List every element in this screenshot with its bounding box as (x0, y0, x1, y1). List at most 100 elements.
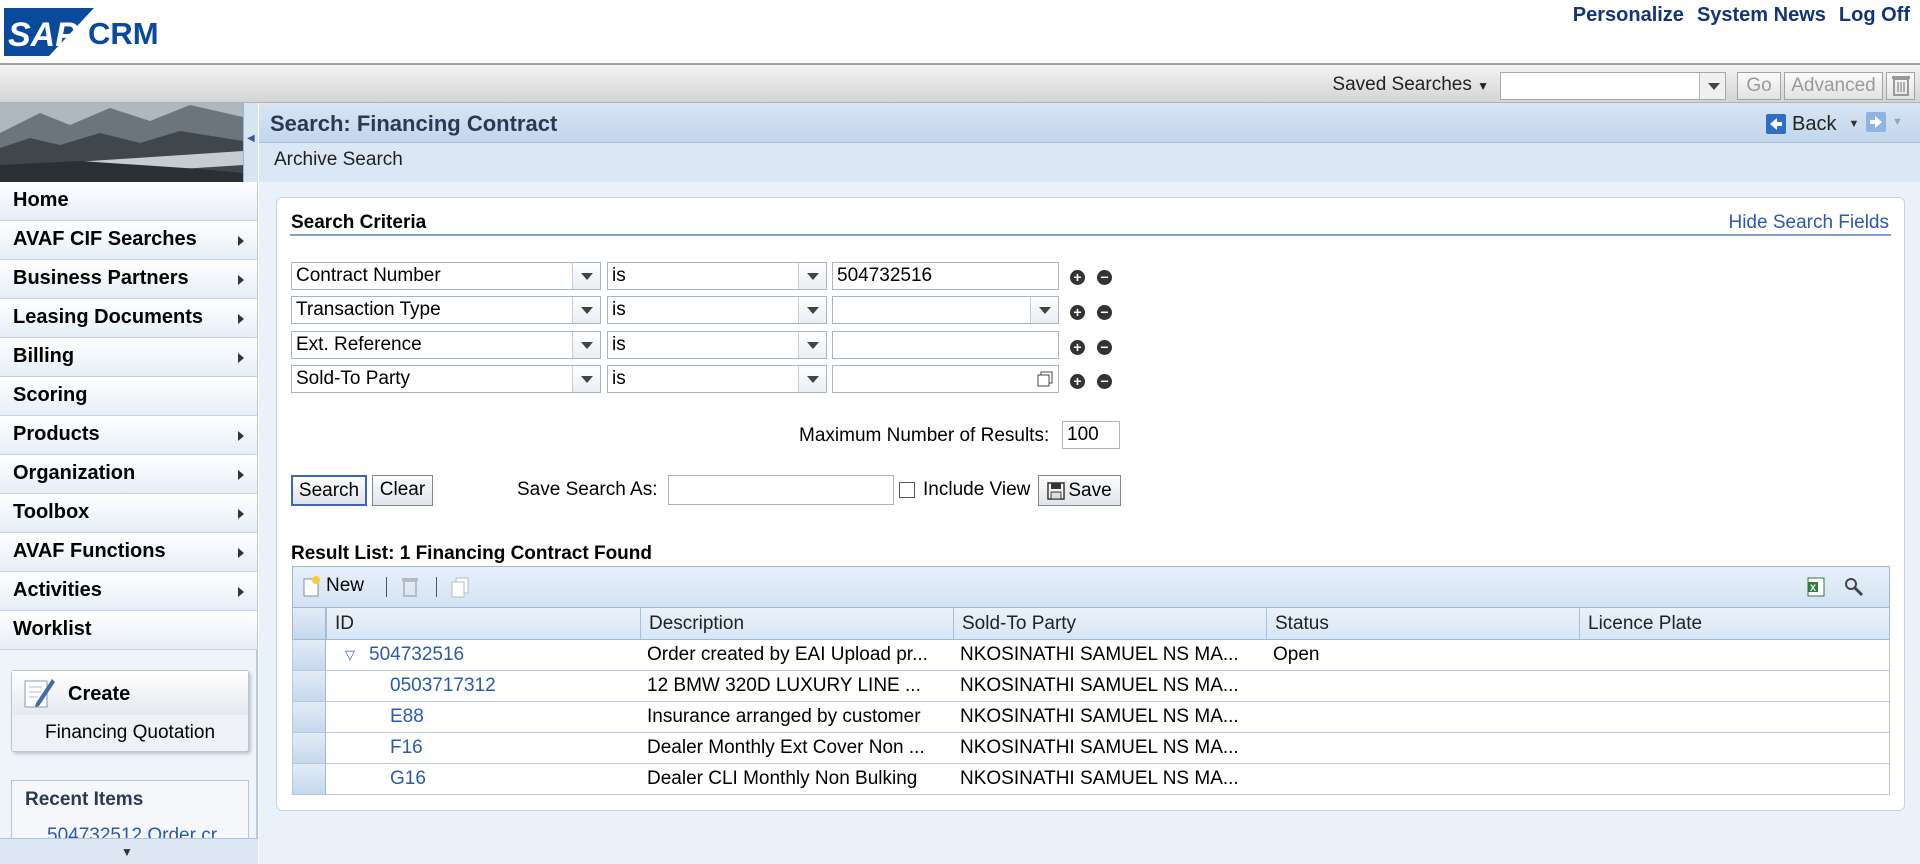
table-settings-icon[interactable] (1843, 576, 1865, 598)
create-financing-quotation-link[interactable]: Financing Quotation (12, 715, 248, 751)
column-header-id[interactable]: ID (326, 608, 640, 639)
remove-row-icon[interactable]: − (1097, 340, 1112, 355)
chevron-down-icon[interactable] (798, 297, 826, 323)
collapse-node-icon[interactable]: ▽ (345, 647, 355, 663)
item-id-link[interactable]: F16 (390, 733, 640, 763)
nav-item-avaf-cif-searches[interactable]: AVAF CIF Searches (0, 221, 257, 260)
nav-item-leasing-documents[interactable]: Leasing Documents (0, 299, 257, 338)
chevron-down-icon[interactable] (798, 263, 826, 289)
nav-item-products[interactable]: Products (0, 416, 257, 455)
forward-button[interactable]: ▼ (1866, 112, 1903, 132)
criteria-field-select-1[interactable]: Contract Number (291, 262, 601, 290)
chevron-down-icon[interactable] (572, 366, 600, 392)
chevron-down-icon[interactable] (1030, 297, 1058, 323)
delete-icon[interactable] (400, 576, 420, 598)
nav-item-label: Home (13, 189, 69, 211)
toolbar-separator (386, 577, 387, 597)
add-row-icon[interactable]: + (1070, 340, 1085, 355)
criteria-value-input-1[interactable]: 504732516 (832, 262, 1059, 290)
criteria-field-select-3[interactable]: Ext. Reference (291, 331, 601, 359)
nav-item-label: AVAF Functions (13, 540, 166, 562)
nav-item-billing[interactable]: Billing (0, 338, 257, 377)
chevron-down-icon[interactable] (572, 297, 600, 323)
criteria-value-picker-4[interactable] (832, 365, 1059, 393)
back-dropdown-icon[interactable]: ▼ (1848, 118, 1859, 130)
export-excel-icon[interactable]: X (1805, 576, 1827, 598)
criteria-field-select-2[interactable]: Transaction Type (291, 296, 601, 324)
column-header-sold-to-party[interactable]: Sold-To Party (953, 608, 1266, 639)
chevron-down-icon[interactable] (798, 332, 826, 358)
row-selector[interactable] (293, 764, 326, 794)
recent-items-title: Recent Items (25, 789, 144, 810)
nav-item-label: Worklist (13, 618, 92, 640)
include-view-checkbox[interactable] (899, 482, 915, 498)
chevron-down-icon[interactable] (798, 366, 826, 392)
item-id-link[interactable]: E88 (390, 702, 640, 732)
remove-row-icon[interactable]: − (1097, 374, 1112, 389)
add-row-icon[interactable]: + (1070, 374, 1085, 389)
log-off-link[interactable]: Log Off (1839, 4, 1910, 27)
criteria-operator-select-3[interactable]: is (607, 331, 827, 359)
criteria-operator-select-1[interactable]: is (607, 262, 827, 290)
nav-item-avaf-functions[interactable]: AVAF Functions (0, 533, 257, 572)
table-row: 0503717312 12 BMW 320D LUXURY LINE ... N… (292, 671, 1890, 702)
submenu-arrow-icon (238, 587, 244, 597)
nav-item-worklist[interactable]: Worklist (0, 611, 257, 650)
nav-item-business-partners[interactable]: Business Partners (0, 260, 257, 299)
save-search-button[interactable]: Save (1038, 475, 1121, 506)
remove-row-icon[interactable]: − (1097, 305, 1112, 320)
chevron-down-icon[interactable] (572, 263, 600, 289)
criteria-field-select-4[interactable]: Sold-To Party (291, 365, 601, 393)
hide-search-fields-link[interactable]: Hide Search Fields (1728, 212, 1889, 234)
system-news-link[interactable]: System News (1697, 4, 1826, 27)
advanced-button[interactable]: Advanced (1784, 72, 1883, 100)
criteria-operator-select-2[interactable]: is (607, 296, 827, 324)
search-button[interactable]: Search (291, 475, 367, 506)
criteria-value-select-2[interactable] (832, 296, 1059, 324)
back-button[interactable]: Back ▼ (1766, 112, 1859, 136)
nav-item-home[interactable]: Home (0, 182, 257, 221)
row-selector[interactable] (293, 733, 326, 763)
value-help-icon[interactable] (1037, 371, 1053, 387)
include-view-label: Include View (923, 479, 1031, 500)
nav-item-activities[interactable]: Activities (0, 572, 257, 611)
remove-row-icon[interactable]: − (1097, 270, 1112, 285)
chevron-down-icon[interactable] (1699, 73, 1725, 99)
column-header-description[interactable]: Description (640, 608, 953, 639)
new-button[interactable]: New (302, 575, 364, 597)
forward-dropdown-icon[interactable]: ▼ (1892, 116, 1903, 128)
save-label: Save (1068, 479, 1112, 501)
saved-searches-dropdown[interactable]: Saved Searches ▼ (1332, 74, 1489, 96)
nav-item-scoring[interactable]: Scoring (0, 377, 257, 416)
max-results-input[interactable]: 100 (1062, 421, 1120, 449)
back-label: Back (1792, 112, 1837, 135)
saved-searches-select[interactable] (1500, 72, 1726, 100)
row-selector[interactable] (293, 640, 326, 670)
delete-saved-search-button[interactable] (1886, 72, 1915, 100)
criteria-operator-select-4[interactable]: is (607, 365, 827, 393)
contract-id-link[interactable]: 504732516 (369, 640, 639, 670)
submenu-arrow-icon (238, 548, 244, 558)
row-selector[interactable] (293, 702, 326, 732)
go-button[interactable]: Go (1737, 72, 1781, 100)
personalize-link[interactable]: Personalize (1573, 4, 1684, 27)
row-selector[interactable] (293, 671, 326, 701)
chevron-left-icon: ◀ (247, 133, 255, 144)
add-row-icon[interactable]: + (1070, 270, 1085, 285)
collapse-nav-handle[interactable]: ◀ (243, 103, 258, 182)
select-all-cell[interactable] (293, 608, 326, 639)
item-id-link[interactable]: 0503717312 (390, 671, 640, 701)
criteria-value-input-3[interactable] (832, 331, 1059, 359)
nav-scroll-down[interactable]: ▼ (0, 838, 258, 864)
item-id-link[interactable]: G16 (390, 764, 640, 794)
new-document-icon (303, 576, 320, 597)
nav-item-organization[interactable]: Organization (0, 455, 257, 494)
copy-icon[interactable] (449, 576, 471, 598)
column-header-licence-plate[interactable]: Licence Plate (1579, 608, 1889, 639)
add-row-icon[interactable]: + (1070, 305, 1085, 320)
clear-button[interactable]: Clear (372, 475, 433, 506)
save-search-as-input[interactable] (668, 475, 894, 505)
nav-item-toolbox[interactable]: Toolbox (0, 494, 257, 533)
column-header-status[interactable]: Status (1266, 608, 1579, 639)
chevron-down-icon[interactable] (572, 332, 600, 358)
